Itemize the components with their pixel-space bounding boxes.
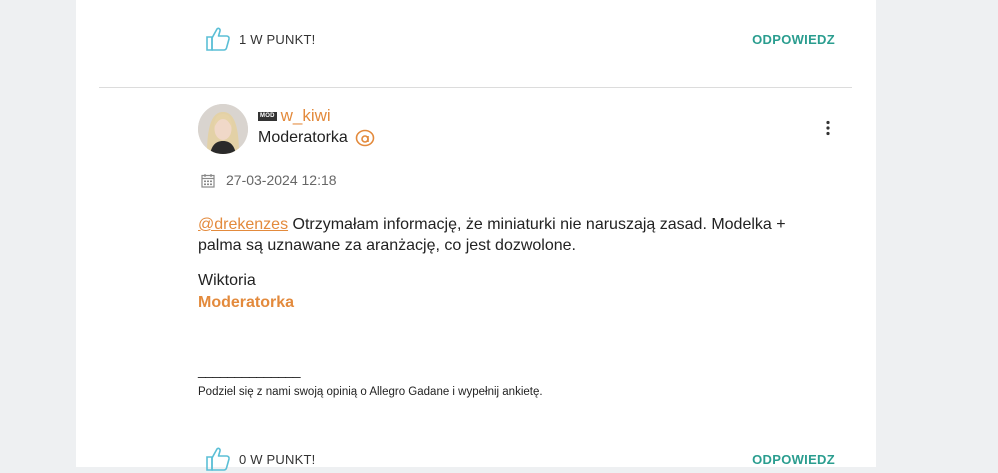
allegro-a-icon xyxy=(355,129,375,147)
signature-role: Moderatorka xyxy=(198,294,295,311)
post-divider xyxy=(99,87,852,88)
kudos-count-label: 1 W PUNKT! xyxy=(239,31,316,47)
top-action-row: 1 W PUNKT! ODPOWIEDZ xyxy=(205,25,835,53)
thumbs-up-icon xyxy=(206,27,230,51)
mod-badge: MOD xyxy=(258,111,277,121)
kudos-button[interactable]: 0 W PUNKT! xyxy=(205,446,315,472)
signature-separator: ______________ xyxy=(198,362,301,378)
author-rank-line: Moderatorka xyxy=(258,129,375,147)
post-date: 27-03-2024 12:18 xyxy=(226,172,337,188)
thumbs-up-icon xyxy=(206,447,230,471)
author-name-line: MOD w_kiwi xyxy=(258,106,331,126)
bottom-action-row: 0 W PUNKT! ODPOWIEDZ xyxy=(205,445,835,473)
author-rank: Moderatorka xyxy=(258,129,348,146)
reply-button[interactable]: ODPOWIEDZ xyxy=(752,32,835,47)
post-body: @drekenzes Otrzymałam informację, że min… xyxy=(198,214,838,256)
post-date-line: 27-03-2024 12:18 xyxy=(201,172,337,188)
kudos-button[interactable]: 1 W PUNKT! xyxy=(205,26,315,52)
signature-name: Wiktoria xyxy=(198,272,256,289)
kudos-count-label: 0 W PUNKT! xyxy=(239,451,316,467)
message-line-1: Otrzymałam informację, że miniaturki nie… xyxy=(288,216,786,233)
author-username[interactable]: w_kiwi xyxy=(281,106,331,126)
more-vertical-icon[interactable] xyxy=(822,119,834,137)
calendar-icon xyxy=(201,173,215,188)
avatar[interactable] xyxy=(198,104,248,154)
user-mention-link[interactable]: @drekenzes xyxy=(198,216,288,233)
message-line-2: palma są uznawane za aranżację, co jest … xyxy=(198,237,576,254)
reply-button[interactable]: ODPOWIEDZ xyxy=(752,452,835,467)
signature-survey-note[interactable]: Podziel się z nami swoją opinią o Allegr… xyxy=(198,386,543,398)
